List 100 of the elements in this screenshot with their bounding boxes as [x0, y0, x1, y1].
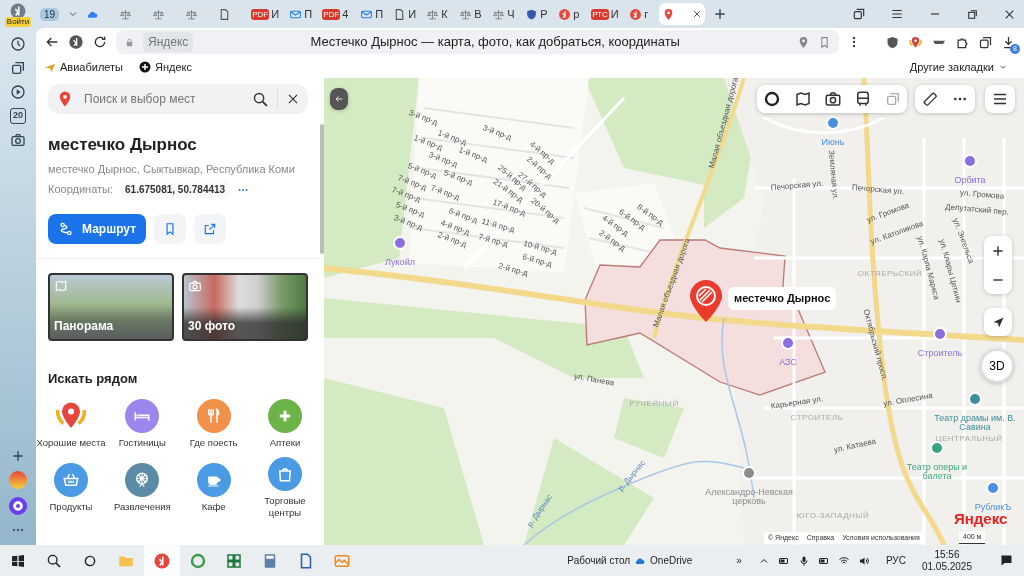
route-button[interactable]: Маршрут	[48, 214, 147, 244]
photo-tile[interactable]: 30 фото	[182, 273, 308, 341]
search-icon[interactable]	[46, 552, 62, 569]
location-icon[interactable]	[797, 35, 810, 49]
lock-icon	[124, 36, 135, 48]
street-label: 7-й пр-д	[477, 233, 509, 249]
scales-icon	[185, 7, 199, 21]
close-icon[interactable]	[286, 92, 300, 106]
collapse-panel-button[interactable]	[330, 88, 348, 110]
search-field[interactable]: Поиск и выбор мест	[48, 84, 308, 114]
address-bar[interactable]: Яндекс Местечко Дырнос — карта, фото, как добраться, координаты	[116, 30, 839, 54]
desktop-toolbar[interactable]: Рабочий стол	[567, 553, 631, 568]
poi-label[interactable]: Орбита	[954, 176, 986, 185]
menu-button[interactable]	[985, 85, 1015, 113]
browser-tab[interactable]: В	[456, 3, 490, 25]
browser-tab[interactable]: П	[357, 3, 391, 25]
browser-tab[interactable]: П	[286, 3, 320, 25]
route-icon	[58, 221, 74, 237]
poi-label[interactable]: Театр драмы им. В. Савина	[930, 414, 1020, 432]
avatar-icon[interactable]	[9, 1, 27, 20]
coordinates[interactable]: 61.675081, 50.784413	[121, 181, 230, 198]
clock-date[interactable]: 01.05.2025	[921, 560, 972, 573]
browser-icon[interactable]	[153, 551, 171, 570]
onedrive-toolbar[interactable]: OneDrive	[634, 553, 693, 568]
category-button[interactable]: Гостиницы	[107, 398, 178, 449]
scales-icon	[152, 7, 166, 21]
tab-counter[interactable]: 19	[40, 5, 60, 23]
category-button[interactable]: Развлечения	[107, 456, 178, 519]
search-icon[interactable]	[252, 90, 269, 108]
category-button[interactable]: Торговые центры	[250, 456, 320, 519]
scales-icon	[459, 7, 473, 21]
browser-tab[interactable]: РТС И	[588, 3, 627, 25]
collections-icon[interactable]	[852, 7, 866, 21]
browser-tab[interactable]: г	[626, 3, 660, 25]
bookmark-link[interactable]: Яндекс	[139, 58, 192, 76]
bookmark-link[interactable]: Авиабилеты	[44, 58, 123, 76]
bookmark-icon[interactable]	[818, 35, 831, 49]
coords-label: Координаты:	[48, 182, 114, 198]
windows-icon[interactable]	[10, 552, 26, 569]
shield-icon[interactable]	[885, 34, 900, 50]
browser-tab[interactable]: И	[390, 3, 424, 25]
street-label: 5-й пр-д	[442, 169, 474, 187]
add-icon[interactable]	[11, 449, 25, 463]
map-icon[interactable]	[793, 90, 812, 108]
search-input[interactable]: Поиск и выбор мест	[82, 89, 232, 109]
restore-icon[interactable]	[966, 7, 979, 21]
menu-icon[interactable]	[890, 7, 904, 21]
street-label: ул. Панева	[573, 372, 615, 388]
new-tab-icon[interactable]	[713, 7, 728, 21]
photo-tile[interactable]: Панорама	[48, 273, 174, 341]
task-view-icon[interactable]	[83, 553, 97, 568]
street-label: 2-й пр-д	[497, 262, 529, 278]
district-label: СТРОИТЕЛЬ	[790, 414, 844, 422]
history-icon[interactable]	[10, 36, 26, 52]
browser-icon[interactable]	[189, 551, 207, 570]
microphone-icon[interactable]	[797, 554, 810, 567]
camera-icon[interactable]	[10, 131, 26, 148]
camera-icon	[188, 279, 202, 293]
category-button[interactable]: Хорошие места	[36, 398, 106, 449]
category-button[interactable]: Кафе	[178, 456, 249, 519]
play-icon[interactable]	[10, 84, 26, 100]
profile-label[interactable]: Войти	[4, 16, 32, 27]
street-label: 3-й пр-д	[481, 124, 513, 142]
browser-tab[interactable]: р	[555, 3, 589, 25]
browser-tab[interactable]: PDF И	[248, 3, 287, 25]
calendar-icon[interactable]: 20	[10, 108, 26, 124]
other-bookmarks[interactable]: Другие закладки	[909, 58, 1008, 76]
zoom-in-icon[interactable]	[991, 243, 1005, 258]
street-label: 11-й пр-д	[480, 217, 516, 235]
domain-chip[interactable]: Яндекс	[143, 32, 194, 52]
spreadsheet-icon[interactable]	[225, 551, 243, 570]
browser-tab[interactable]: Ч	[489, 3, 523, 25]
poi-label[interactable]: Строитель	[917, 349, 963, 358]
browser-tab[interactable]: PDF 4	[319, 3, 358, 25]
locate-button[interactable]	[984, 308, 1012, 336]
camera-icon[interactable]	[823, 90, 842, 108]
category-button[interactable]: Аптеки	[250, 398, 320, 449]
browser-tab[interactable]: К	[423, 3, 457, 25]
street-label: Печорская ул.	[770, 179, 824, 193]
street-label: 3-й пр-д	[407, 109, 439, 127]
category-button[interactable]: Продукты	[36, 456, 106, 519]
share-button[interactable]	[194, 214, 227, 244]
poi-label[interactable]: Лукойл	[385, 258, 415, 267]
overflow-chevron[interactable]: »	[736, 553, 742, 568]
close-icon[interactable]	[692, 9, 703, 19]
browser-tab[interactable]	[659, 3, 706, 25]
reload-icon[interactable]	[92, 34, 108, 50]
category-button[interactable]: Где поесть	[178, 398, 249, 449]
place-label[interactable]: местечко Дырнос	[728, 287, 837, 310]
ruler-icon[interactable]	[922, 91, 938, 107]
assistant-icon[interactable]	[9, 497, 27, 515]
save-button[interactable]	[154, 214, 187, 244]
scrollbar[interactable]	[320, 124, 324, 254]
place-pin-icon[interactable]	[688, 278, 724, 324]
place-title: местечко Дырнос	[48, 134, 198, 156]
browser-tab[interactable]: Р	[522, 3, 556, 25]
collections-icon[interactable]	[978, 34, 993, 50]
language-indicator[interactable]: РУС	[885, 553, 906, 568]
collections-icon[interactable]	[10, 60, 26, 76]
clock-time[interactable]: 15:56	[934, 548, 960, 561]
